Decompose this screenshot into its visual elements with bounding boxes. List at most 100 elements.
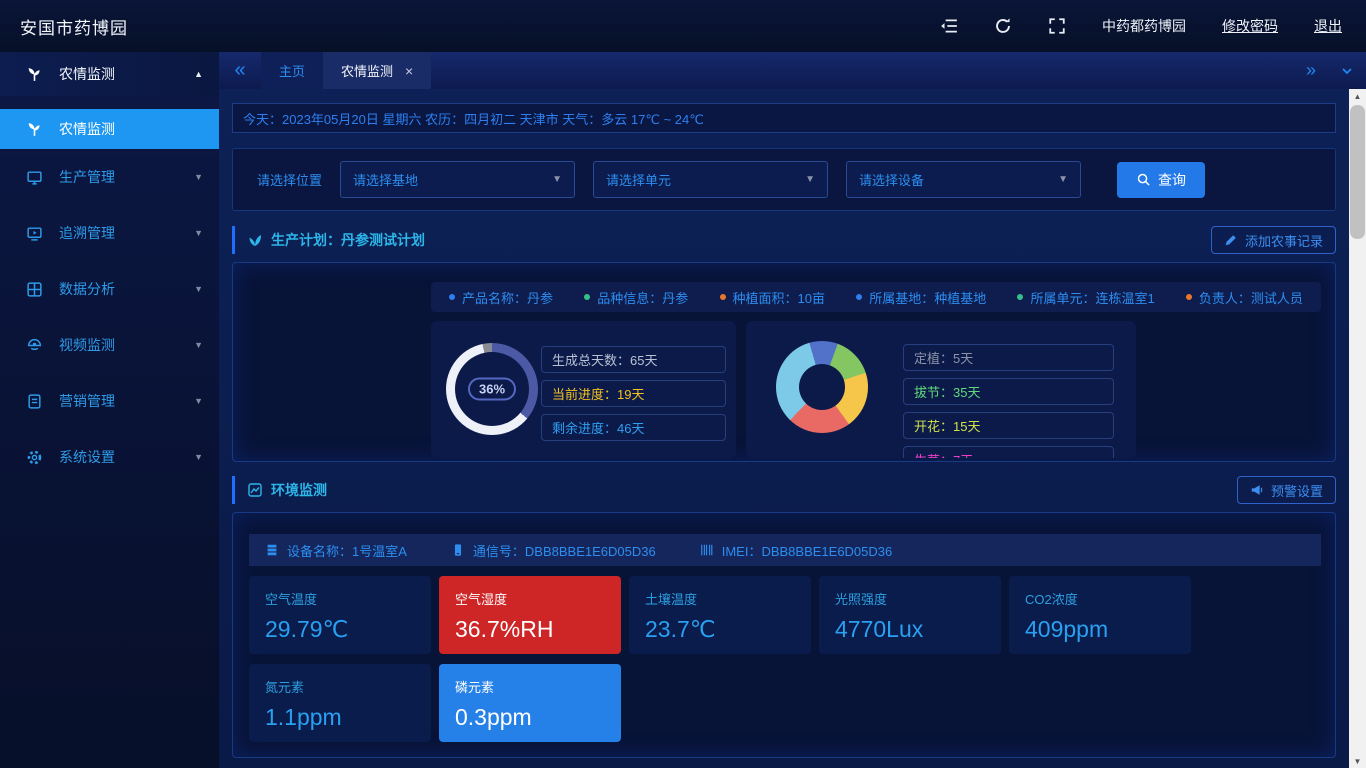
unit-select-value: 请选择单元 (606, 170, 671, 189)
plan-info-item: 产品名称：丹参 (449, 288, 553, 307)
date-weather-bar: 今天：2023年05月20日 星期六 农历：四月初二 天津市 天气：多云 17℃… (232, 103, 1336, 133)
plan-info-item: 品种信息：丹参 (584, 288, 688, 307)
close-icon[interactable]: × (405, 63, 413, 79)
section-accent-bar (232, 476, 235, 504)
bullet-icon (720, 294, 726, 300)
monitor-play-icon (26, 225, 43, 242)
tabs-scroll-right-icon[interactable]: » (1306, 60, 1316, 81)
stage-row-shengjing: 生茎：7天 (903, 446, 1114, 458)
tab-home[interactable]: 主页 (261, 52, 323, 89)
logout-link[interactable]: 退出 (1314, 16, 1342, 36)
chevron-down-icon: ▼ (552, 174, 562, 185)
topbar: 安国市药博园 中药都药博园 修改密码 退出 (0, 0, 1366, 52)
plan-info-row: 产品名称：丹参 品种信息：丹参 种植面积：10亩 所属基地：种植基地 所属单元：… (431, 282, 1321, 312)
base-select-value: 请选择基地 (353, 170, 418, 189)
sidebar-item-label: 视频监测 (59, 335, 115, 355)
production-section-header: 生产计划：丹参测试计划 添加农事记录 (232, 226, 1336, 254)
sidebar-group-agri-monitor[interactable]: 农情监测 ▲ (0, 52, 219, 96)
donut-hole (799, 364, 845, 410)
chevron-down-icon: ▼ (194, 396, 203, 406)
sensor-label: 空气湿度 (455, 589, 605, 608)
gear-icon (26, 449, 43, 466)
sidebar-item-marketing[interactable]: 营销管理 ▼ (0, 373, 219, 429)
sensor-card-co2[interactable]: CO2浓度 409ppm (1009, 576, 1191, 654)
app-title: 安国市药博园 (20, 14, 128, 39)
scroll-up-icon[interactable]: ▲ (1349, 89, 1366, 103)
sidebar-item-settings[interactable]: 系统设置 ▼ (0, 429, 219, 485)
base-select[interactable]: 请选择基地 ▼ (340, 161, 575, 198)
leaf-icon (247, 232, 263, 248)
date-weather-text: 今天：2023年05月20日 星期六 农历：四月初二 天津市 天气：多云 17℃… (243, 109, 704, 128)
scroll-down-icon[interactable]: ▼ (1349, 754, 1366, 768)
sidebar-item-production[interactable]: 生产管理 ▼ (0, 149, 219, 205)
sensor-label: 光照强度 (835, 589, 985, 608)
device-select-value: 请选择设备 (859, 170, 924, 189)
barcode-icon (700, 543, 714, 557)
sensor-card-air-temp[interactable]: 空气温度 29.79℃ (249, 576, 431, 654)
sensor-value: 0.3ppm (455, 704, 605, 731)
sidebar-item-label: 追溯管理 (59, 223, 115, 243)
sidebar-item-video[interactable]: 视频监测 ▼ (0, 317, 219, 373)
tab-label: 主页 (279, 61, 305, 80)
stage-row-kaihua: 开花：15天 (903, 412, 1114, 439)
warning-settings-button[interactable]: 预警设置 (1237, 476, 1336, 504)
crop-photo (249, 284, 414, 444)
document-icon (26, 393, 43, 410)
sensor-label: 磷元素 (455, 677, 605, 696)
sidebar-item-label: 系统设置 (59, 447, 115, 467)
environment-section-title: 环境监测 (271, 480, 327, 500)
stat-remaining-days: 剩余进度：46天 (541, 414, 726, 441)
fullscreen-icon[interactable] (1048, 17, 1066, 35)
plan-info-item: 所属单元：连栋温室1 (1017, 288, 1154, 307)
device-select[interactable]: 请选择设备 ▼ (846, 161, 1081, 198)
menu-fold-icon[interactable] (940, 17, 958, 35)
sidebar-item-label: 营销管理 (59, 391, 115, 411)
camera-icon (26, 337, 43, 354)
sensor-card-air-humidity[interactable]: 空气湿度 36.7%RH (439, 576, 621, 654)
scrollbar-thumb[interactable] (1350, 105, 1365, 239)
progress-stats-box: 36% 生成总天数：65天 当前进度：19天 剩余进度：46天 (431, 321, 736, 458)
device-name: 设备名称：1号温室A (265, 541, 407, 560)
sensor-card-soil-temp[interactable]: 土壤温度 23.7℃ (629, 576, 811, 654)
main-content: 今天：2023年05月20日 星期六 农历：四月初二 天津市 天气：多云 17℃… (219, 89, 1349, 768)
refresh-icon[interactable] (994, 17, 1012, 35)
pencil-icon (1224, 233, 1238, 247)
tab-agri-monitor[interactable]: 农情监测 × (323, 52, 431, 89)
phone-icon (451, 543, 465, 557)
unit-select[interactable]: 请选择单元 ▼ (593, 161, 828, 198)
sensor-value: 23.7℃ (645, 616, 795, 643)
sidebar-item-data-analysis[interactable]: 数据分析 ▼ (0, 261, 219, 317)
device-comm-number: 通信号：DBB8BBE1E6D05D36 (451, 541, 656, 560)
chevron-down-icon: ▼ (194, 228, 203, 238)
section-accent-bar (232, 226, 235, 254)
sensor-value: 1.1ppm (265, 704, 415, 731)
growth-stage-donut-chart (776, 341, 868, 433)
server-icon (265, 543, 279, 557)
progress-ring-chart: 36% (446, 343, 538, 435)
sensor-label: 空气温度 (265, 589, 415, 608)
environment-icon (247, 482, 263, 498)
add-farm-record-label: 添加农事记录 (1245, 231, 1323, 250)
growth-stage-box: 定植：5天 拔节：35天 开花：15天 生茎：7天 (746, 321, 1136, 458)
monitor-icon (26, 169, 43, 186)
bullet-icon (584, 294, 590, 300)
stage-row-bajie: 拔节：35天 (903, 378, 1114, 405)
sidebar-item-label: 农情监测 (59, 119, 115, 139)
sensor-card-nitrogen[interactable]: 氮元素 1.1ppm (249, 664, 431, 742)
environment-section-header: 环境监测 预警设置 (232, 476, 1336, 504)
search-button[interactable]: 查询 (1117, 162, 1205, 198)
tabs-collapse-left-icon[interactable]: « (219, 52, 261, 89)
sensor-card-phosphorus[interactable]: 磷元素 0.3ppm (439, 664, 621, 742)
sidebar-item-agri-monitor-active[interactable]: 农情监测 (0, 109, 219, 149)
sprout-icon (26, 121, 43, 138)
sidebar-item-trace[interactable]: 追溯管理 ▼ (0, 205, 219, 261)
production-panel: 产品名称：丹参 品种信息：丹参 种植面积：10亩 所属基地：种植基地 所属单元：… (232, 262, 1336, 462)
plan-info-item: 种植面积：10亩 (720, 288, 825, 307)
vertical-scrollbar[interactable]: ▲ ▼ (1349, 89, 1366, 768)
tabs-menu-chevron-icon[interactable] (1340, 64, 1354, 78)
sprout-icon (26, 66, 43, 83)
add-farm-record-button[interactable]: 添加农事记录 (1211, 226, 1336, 254)
chevron-down-icon: ▼ (194, 284, 203, 294)
sensor-card-light[interactable]: 光照强度 4770Lux (819, 576, 1001, 654)
change-password-link[interactable]: 修改密码 (1222, 16, 1278, 36)
